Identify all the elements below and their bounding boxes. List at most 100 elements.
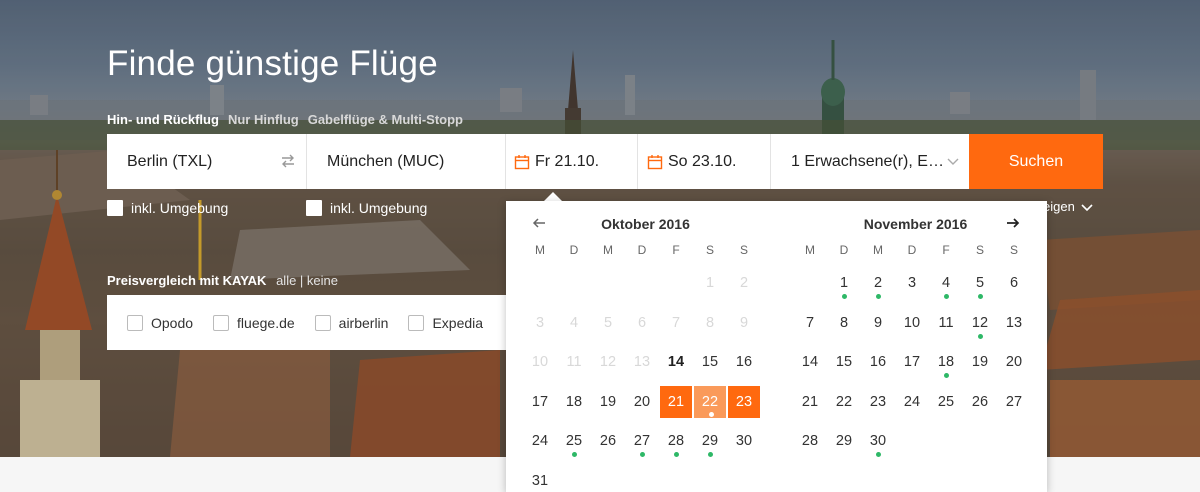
- calendar-day[interactable]: 21: [793, 385, 827, 419]
- calendar-day[interactable]: 16: [727, 345, 761, 379]
- swap-arrows-icon[interactable]: [280, 153, 296, 169]
- calendar-day-number: 24: [531, 433, 549, 449]
- calendar-day[interactable]: 19: [591, 385, 625, 419]
- checkbox[interactable]: [306, 200, 322, 216]
- weekday-label: F: [672, 243, 680, 257]
- calendar-day[interactable]: 30: [861, 424, 895, 458]
- tab-one-way[interactable]: Nur Hinflug: [228, 112, 299, 127]
- calendar-day[interactable]: 30: [727, 424, 761, 458]
- day-grid: 1 2 3 4 5 6 7 8 9 10 11 12 13 14 15 16 17 18 19 20 21 22 23 24 2…: [793, 266, 1031, 464]
- calendar-day: 4: [557, 306, 591, 340]
- origin-field[interactable]: Berlin (TXL): [107, 134, 307, 189]
- checkbox[interactable]: [127, 314, 143, 331]
- calendar-day-number: 30: [735, 433, 753, 449]
- calendar-day-number: 26: [599, 433, 617, 449]
- calendar-day[interactable]: 15: [693, 345, 727, 379]
- depart-date-field[interactable]: Fr 21.10.: [506, 134, 638, 189]
- calendar-week-row: 7 8 9 10 11 12 13: [793, 306, 1031, 346]
- origin-nearby-checkbox[interactable]: inkl. Umgebung: [107, 200, 228, 216]
- tab-multi-city[interactable]: Gabelflüge & Multi-Stopp: [308, 112, 463, 127]
- calendar-day[interactable]: 28: [793, 424, 827, 458]
- calendar-day[interactable]: 20: [997, 345, 1031, 379]
- calendar-day-number: 1: [705, 275, 715, 291]
- calendar-week-row: 1 2 3 4 5 6: [793, 266, 1031, 306]
- calendar-day[interactable]: 18: [929, 345, 963, 379]
- provider-opodo[interactable]: Opodo: [127, 314, 193, 331]
- compare-select-all-none[interactable]: alle | keine: [276, 273, 338, 288]
- calendar-day[interactable]: 11: [929, 306, 963, 340]
- checkbox[interactable]: [107, 200, 123, 216]
- calendar-day-number: 25: [937, 393, 955, 410]
- calendar-day[interactable]: 27: [997, 385, 1031, 419]
- provider-fluege-de[interactable]: fluege.de: [213, 314, 295, 331]
- show-more-options[interactable]: eigen: [1043, 199, 1093, 214]
- checkbox[interactable]: [213, 314, 230, 331]
- calendar-day[interactable]: 23: [861, 385, 895, 419]
- calendar-day[interactable]: 6: [997, 266, 1031, 300]
- calendar-empty-cell: [557, 464, 591, 492]
- calendar-day[interactable]: 24: [895, 385, 929, 419]
- calendar-day[interactable]: 12: [963, 306, 997, 340]
- calendar-caret: [544, 192, 562, 201]
- calendar-day[interactable]: 7: [793, 306, 827, 340]
- price-indicator-dot: [876, 294, 881, 299]
- calendar-day[interactable]: 15: [827, 345, 861, 379]
- price-indicator-dot: [709, 411, 714, 417]
- provider-expedia[interactable]: Expedia: [408, 314, 483, 331]
- calendar-day[interactable]: 13: [997, 306, 1031, 340]
- destination-nearby-checkbox[interactable]: inkl. Umgebung: [306, 200, 427, 216]
- calendar-day[interactable]: 23: [727, 384, 761, 419]
- calendar-day[interactable]: 8: [827, 306, 861, 340]
- calendar-day[interactable]: 22: [693, 384, 727, 419]
- destination-field[interactable]: München (MUC): [307, 134, 506, 189]
- calendar-day[interactable]: 4: [929, 266, 963, 300]
- calendar-day[interactable]: 25: [557, 424, 591, 458]
- checkbox[interactable]: [314, 314, 331, 331]
- calendar-day: 8: [693, 306, 727, 340]
- calendar-day[interactable]: 10: [895, 306, 929, 340]
- flight-search-bar: Berlin (TXL) München (MUC) Fr 21.10. So …: [107, 134, 1103, 189]
- calendar-day-number: 5: [975, 275, 985, 291]
- calendar-day[interactable]: 19: [963, 345, 997, 379]
- calendar-day[interactable]: 9: [861, 306, 895, 340]
- price-indicator-dot: [640, 452, 645, 457]
- calendar-day[interactable]: 18: [557, 385, 591, 419]
- calendar-day[interactable]: 27: [625, 424, 659, 458]
- calendar-day[interactable]: 21: [659, 384, 693, 419]
- calendar-day[interactable]: 26: [591, 424, 625, 458]
- calendar-day[interactable]: 20: [625, 385, 659, 419]
- calendar-empty-cell: [659, 464, 693, 492]
- calendar-day[interactable]: 22: [827, 385, 861, 419]
- calendar-day-number: 21: [801, 393, 819, 410]
- calendar-empty-cell: [997, 424, 1031, 458]
- calendar-day[interactable]: 1: [827, 266, 861, 300]
- tab-round-trip[interactable]: Hin- und Rückflug: [107, 112, 219, 127]
- calendar-day[interactable]: 2: [861, 266, 895, 300]
- calendar-day[interactable]: 28: [659, 424, 693, 458]
- calendar-day[interactable]: 29: [693, 424, 727, 458]
- calendar-day[interactable]: 31: [523, 464, 557, 492]
- calendar-day[interactable]: 16: [861, 345, 895, 379]
- calendar-day[interactable]: 3: [895, 266, 929, 300]
- calendar-day[interactable]: 26: [963, 385, 997, 419]
- weekday-label: D: [569, 243, 579, 257]
- calendar-day: 5: [591, 306, 625, 340]
- calendar-week-row: 17 18 19 20 21 22 23: [523, 384, 761, 425]
- passengers-dropdown[interactable]: 1 Erwachsene(r), E…: [771, 134, 969, 189]
- provider-airberlin[interactable]: airberlin: [314, 314, 388, 331]
- return-date-field[interactable]: So 23.10.: [638, 134, 771, 189]
- checkbox[interactable]: [408, 314, 425, 331]
- calendar-day[interactable]: 29: [827, 424, 861, 458]
- search-button[interactable]: Suchen: [969, 134, 1103, 189]
- calendar-day[interactable]: 14: [793, 345, 827, 379]
- calendar-day[interactable]: 14: [659, 345, 693, 379]
- calendar-day[interactable]: 5: [963, 266, 997, 300]
- calendar-day-number: 6: [1009, 275, 1019, 291]
- calendar-day[interactable]: 24: [523, 424, 557, 458]
- calendar-day-number: 7: [805, 314, 815, 331]
- calendar-day[interactable]: 17: [523, 385, 557, 419]
- calendar-day[interactable]: 25: [929, 385, 963, 419]
- calendar-day-number: 28: [667, 433, 685, 449]
- calendar-day-number: 19: [599, 393, 617, 410]
- calendar-day[interactable]: 17: [895, 345, 929, 379]
